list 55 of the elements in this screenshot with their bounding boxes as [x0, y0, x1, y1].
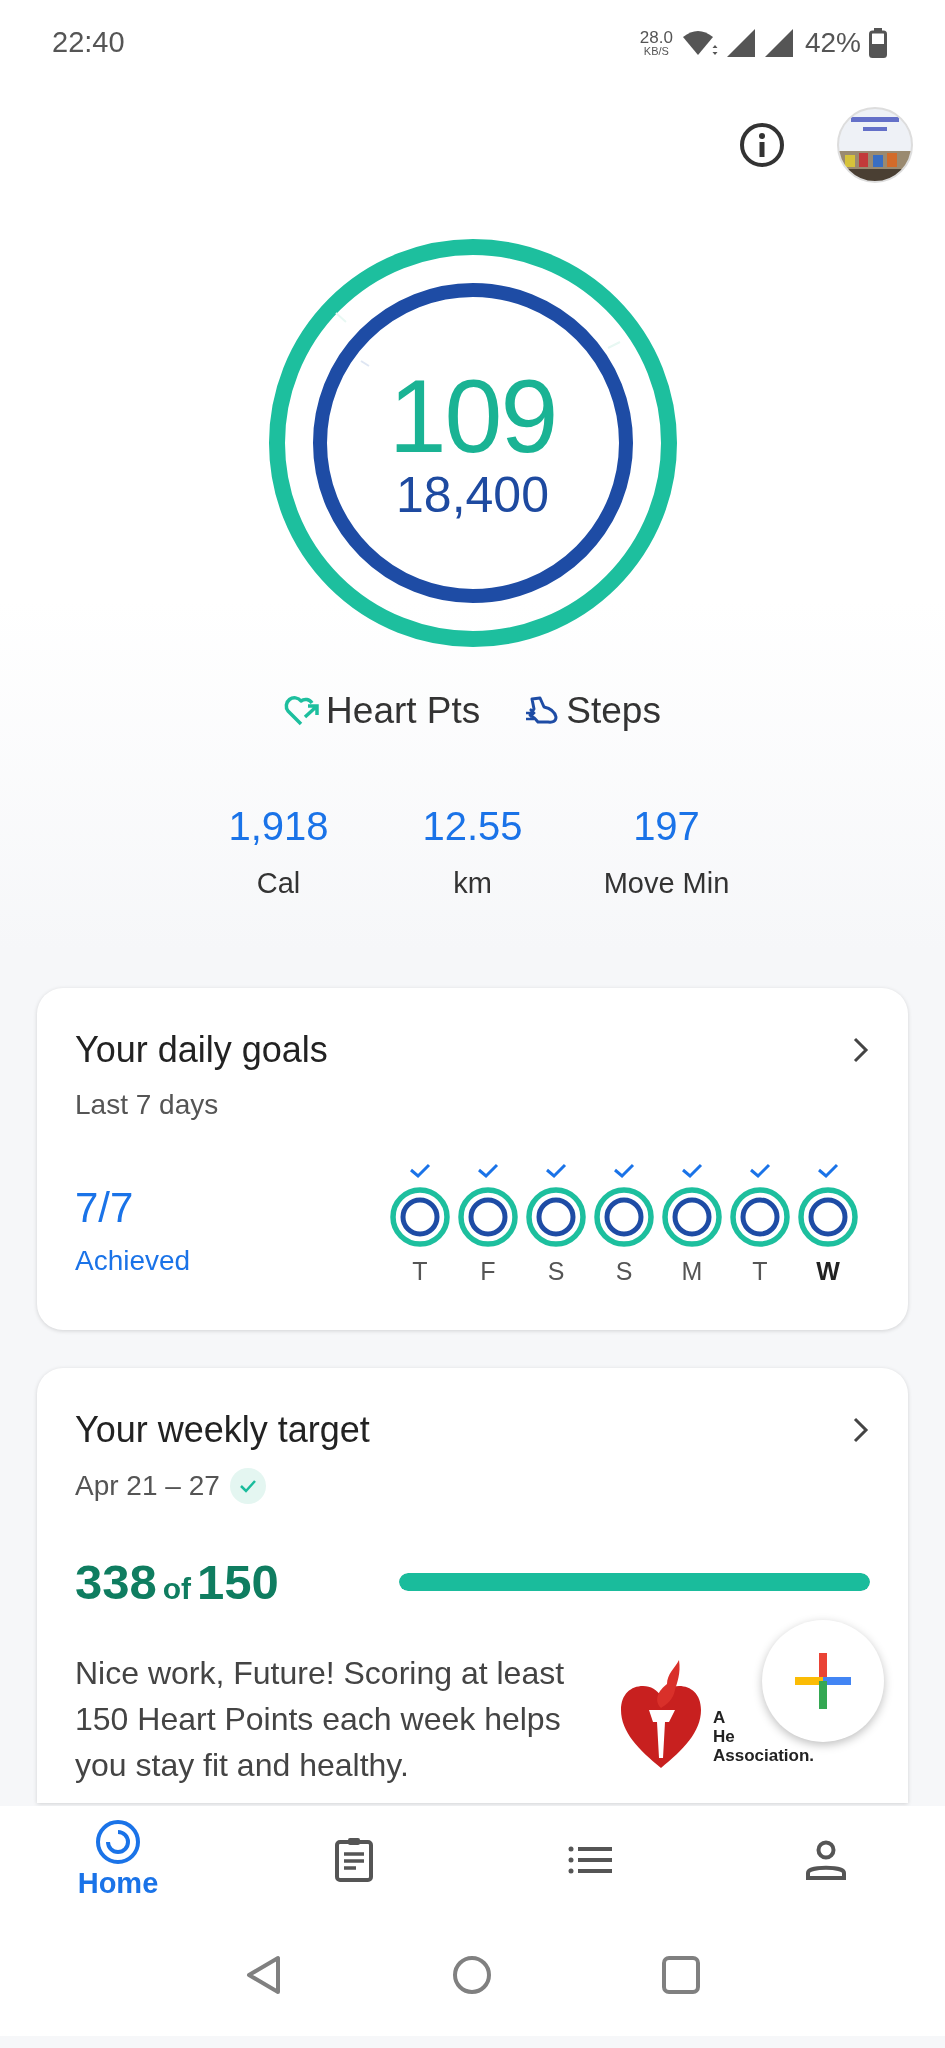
goals-status: Achieved — [75, 1244, 191, 1278]
chevron-right-icon[interactable] — [852, 1036, 870, 1064]
stat-label: Cal — [256, 866, 301, 901]
home-circle-icon[interactable] — [451, 1954, 492, 1995]
person-icon — [806, 1839, 846, 1880]
stat-label: Move Min — [603, 866, 730, 901]
stat-value: 12.55 — [422, 803, 523, 849]
clipboard-icon — [334, 1836, 374, 1883]
day-label: T — [752, 1256, 768, 1286]
ring-icon — [95, 1819, 141, 1865]
card-title: Your weekly target — [75, 1409, 370, 1451]
chevron-right-icon[interactable] — [852, 1416, 870, 1444]
stat-label: km — [453, 866, 492, 901]
wifi-icon — [682, 28, 719, 57]
day-label: S — [547, 1256, 565, 1286]
battery-icon — [869, 27, 887, 58]
steps-value: 18,400 — [396, 467, 549, 523]
plus-icon — [795, 1653, 851, 1709]
back-icon[interactable] — [245, 1954, 282, 1995]
battery-level: 42% — [804, 26, 861, 59]
day-label: F — [480, 1256, 496, 1286]
logo-text: He — [713, 1727, 735, 1746]
score-text: 338 of 150 — [75, 1554, 279, 1610]
recents-icon[interactable] — [661, 1955, 700, 1994]
day-label: T — [412, 1256, 428, 1286]
list-icon — [568, 1844, 612, 1875]
legend-label: Heart Pts — [326, 690, 481, 732]
day-ring-icon — [457, 1186, 519, 1248]
stat-value: 197 — [633, 803, 700, 849]
card-subtitle: Last 7 days — [75, 1090, 220, 1120]
day-ring-icon — [525, 1186, 587, 1248]
day-ring-icon — [797, 1186, 859, 1248]
message-text: Nice work, Future! Scoring at least 150 Heart Points each week helps you stay fit and healthy. — [75, 1654, 566, 1785]
daily-goals-card[interactable]: Your daily goals Last 7 days 7/7 Achieved T F S S M T W — [37, 988, 908, 1330]
info-icon[interactable] — [739, 122, 785, 168]
day-ring-icon — [729, 1186, 791, 1248]
network-speed: 28.0 — [639, 28, 673, 46]
day-ring-icon — [593, 1186, 655, 1248]
day-label: S — [615, 1256, 633, 1286]
speed-unit: KB/S — [643, 45, 669, 57]
day-label: W — [816, 1256, 840, 1286]
legend-label: Steps — [566, 690, 661, 732]
heart-points-value: 109 — [388, 363, 557, 468]
date-range: Apr 21 – 27 — [75, 1471, 220, 1501]
heart-arrow-icon — [284, 695, 321, 727]
day-ring-icon — [661, 1186, 723, 1248]
day-label: M — [681, 1256, 703, 1286]
heart-torch-icon — [619, 1660, 703, 1770]
day-ring-icon — [389, 1186, 451, 1248]
goals-count: 7/7 — [75, 1183, 135, 1233]
logo-text: A — [713, 1708, 726, 1727]
card-title: Your daily goals — [75, 1029, 328, 1071]
clock: 22:40 — [52, 26, 125, 59]
logo-text: Association. — [713, 1746, 815, 1765]
stat-value: 1,918 — [228, 803, 329, 849]
